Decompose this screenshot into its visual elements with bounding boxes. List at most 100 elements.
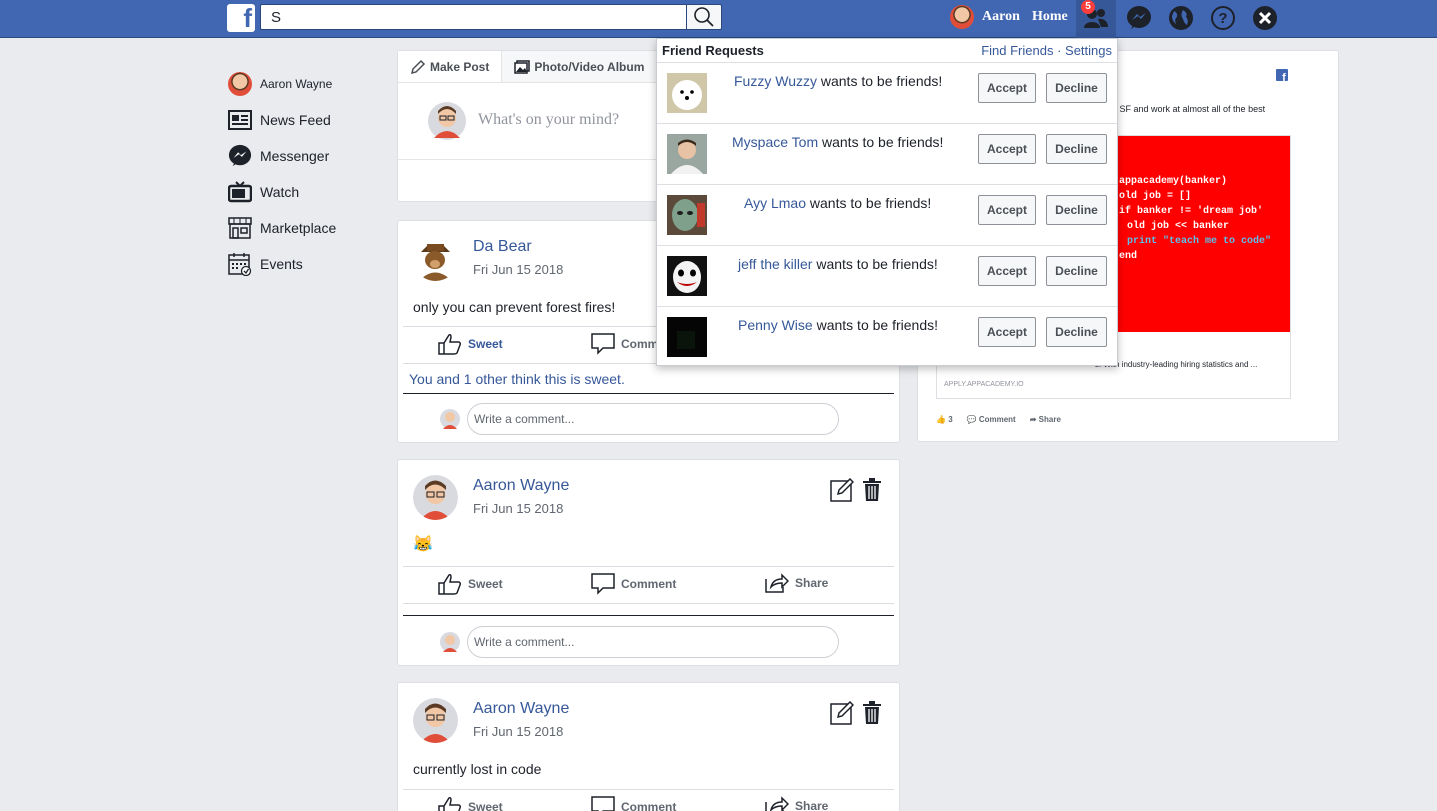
- friend-request-item: jeff the killer wants to be friends! Acc…: [657, 246, 1117, 307]
- decline-button[interactable]: Decline: [1046, 73, 1107, 103]
- dropdown-title: Friend Requests: [662, 43, 764, 58]
- requester-photo[interactable]: [667, 195, 707, 235]
- requester-name[interactable]: Fuzzy Wuzzy: [734, 73, 817, 89]
- sidebar-item-label: Marketplace: [260, 220, 337, 236]
- comment-icon: [591, 573, 615, 595]
- search-input[interactable]: [260, 4, 687, 30]
- friend-request-item: Penny Wise wants to be friends! Accept D…: [657, 307, 1117, 368]
- ad-url: APPLY.APPACADEMY.IO: [944, 381, 1024, 388]
- comment-input[interactable]: Write a comment...: [467, 626, 839, 658]
- friend-request-badge: 5: [1081, 0, 1095, 14]
- edit-icon[interactable]: [830, 701, 854, 725]
- decline-button[interactable]: Decline: [1046, 134, 1107, 164]
- comment-button[interactable]: Comment: [591, 573, 676, 595]
- dropdown-header: Friend Requests Find Friends · Settings: [657, 39, 1117, 63]
- trash-icon[interactable]: [862, 478, 882, 502]
- avatar: [440, 632, 460, 652]
- requester-photo[interactable]: [667, 73, 707, 113]
- sidebar-item-events[interactable]: Events: [228, 246, 378, 282]
- requester-photo[interactable]: [667, 317, 707, 357]
- facebook-logo-icon: f: [1276, 69, 1288, 81]
- news-feed-icon: [228, 108, 252, 132]
- ad-share-button[interactable]: ➦ Share: [1030, 415, 1061, 424]
- accept-button[interactable]: Accept: [978, 317, 1036, 347]
- share-button[interactable]: Share: [765, 796, 828, 811]
- requester-name[interactable]: Ayy Lmao: [744, 195, 806, 211]
- top-navigation-bar: f Aaron Home 5 ?: [0, 0, 1437, 38]
- globe-icon[interactable]: [1167, 4, 1195, 32]
- post-actions: Sweet Comment Share: [403, 789, 894, 811]
- pencil-icon: [410, 59, 426, 74]
- thumbs-up-icon: [438, 334, 462, 355]
- help-icon[interactable]: ?: [1209, 4, 1237, 32]
- accept-button[interactable]: Accept: [978, 195, 1036, 225]
- requester-photo[interactable]: [667, 256, 707, 296]
- friend-request-item: Fuzzy Wuzzy wants to be friends! Accept …: [657, 63, 1117, 124]
- requester-name[interactable]: jeff the killer: [738, 256, 812, 272]
- post-date: Fri Jun 15 2018: [473, 262, 564, 277]
- composer-input[interactable]: What's on your mind?: [478, 111, 619, 129]
- tv-icon: [228, 180, 252, 204]
- trash-icon[interactable]: [862, 701, 882, 725]
- decline-button[interactable]: Decline: [1046, 195, 1107, 225]
- svg-text:?: ?: [1218, 10, 1227, 27]
- friend-request-item: Myspace Tom wants to be friends! Accept …: [657, 124, 1117, 185]
- post-author[interactable]: Aaron Wayne: [473, 477, 569, 495]
- post-owner-controls: [830, 478, 882, 502]
- sidebar-item-news-feed[interactable]: News Feed: [228, 102, 378, 138]
- profile-name: Aaron: [982, 9, 1020, 24]
- sidebar-item-marketplace[interactable]: Marketplace: [228, 210, 378, 246]
- share-button[interactable]: Share: [765, 573, 828, 593]
- ad-text: n SF and work at almost all of the best: [1112, 104, 1266, 114]
- post-author[interactable]: Aaron Wayne: [473, 700, 569, 718]
- messenger-icon: [228, 144, 252, 168]
- ad-comment-button[interactable]: 💬 Comment: [967, 415, 1016, 424]
- post-author[interactable]: Da Bear: [473, 238, 532, 256]
- sidebar-item-label: Aaron Wayne: [260, 77, 333, 91]
- tab-make-post[interactable]: Make Post: [398, 51, 503, 82]
- ad-caption: s. With industry-leading hiring statisti…: [1095, 360, 1258, 369]
- comment-input[interactable]: Write a comment...: [467, 403, 839, 435]
- like-button[interactable]: Sweet: [438, 796, 503, 811]
- request-text: Penny Wise wants to be friends!: [738, 317, 938, 333]
- accept-button[interactable]: Accept: [978, 256, 1036, 286]
- logout-icon[interactable]: [1251, 4, 1279, 32]
- post-card: Aaron Wayne Fri Jun 15 2018 😹 Sweet Comm…: [397, 459, 900, 666]
- home-link[interactable]: Home: [1032, 9, 1068, 25]
- sidebar-item-label: Messenger: [260, 148, 330, 164]
- left-sidebar: Aaron Wayne News Feed Messenger Watch Ma…: [228, 66, 378, 282]
- profile-link[interactable]: Aaron: [950, 5, 1020, 29]
- avatar: [950, 5, 974, 29]
- decline-button[interactable]: Decline: [1046, 317, 1107, 347]
- likes-summary[interactable]: You and 1 other think this is sweet.: [409, 371, 625, 387]
- request-text: jeff the killer wants to be friends!: [738, 256, 938, 272]
- request-text: Myspace Tom wants to be friends!: [732, 134, 944, 150]
- post-body: only you can prevent forest fires!: [413, 299, 616, 315]
- sidebar-item-profile[interactable]: Aaron Wayne: [228, 66, 378, 102]
- edit-icon[interactable]: [830, 478, 854, 502]
- like-button[interactable]: Sweet: [438, 573, 503, 595]
- search-button[interactable]: [686, 4, 722, 30]
- comment-button[interactable]: Comment: [591, 796, 676, 811]
- sidebar-item-watch[interactable]: Watch: [228, 174, 378, 210]
- like-count[interactable]: 👍 3: [936, 415, 953, 424]
- requester-photo[interactable]: [667, 134, 707, 174]
- avatar: [228, 72, 252, 96]
- avatar: [413, 236, 458, 281]
- search-icon: [694, 7, 714, 27]
- like-button[interactable]: Sweet: [438, 333, 503, 355]
- divider: [403, 393, 894, 394]
- facebook-logo-icon[interactable]: f: [227, 3, 255, 33]
- accept-button[interactable]: Accept: [978, 134, 1036, 164]
- sidebar-item-messenger[interactable]: Messenger: [228, 138, 378, 174]
- comment-icon: [591, 333, 615, 355]
- tab-photo-video-album[interactable]: Photo/Video Album: [502, 51, 658, 82]
- messenger-icon[interactable]: [1125, 4, 1153, 32]
- decline-button[interactable]: Decline: [1046, 256, 1107, 286]
- find-friends-settings-links[interactable]: Find Friends · Settings: [981, 43, 1112, 58]
- post-body: currently lost in code: [413, 761, 542, 777]
- accept-button[interactable]: Accept: [978, 73, 1036, 103]
- store-icon: [228, 216, 252, 240]
- requester-name[interactable]: Penny Wise: [738, 317, 813, 333]
- requester-name[interactable]: Myspace Tom: [732, 134, 818, 150]
